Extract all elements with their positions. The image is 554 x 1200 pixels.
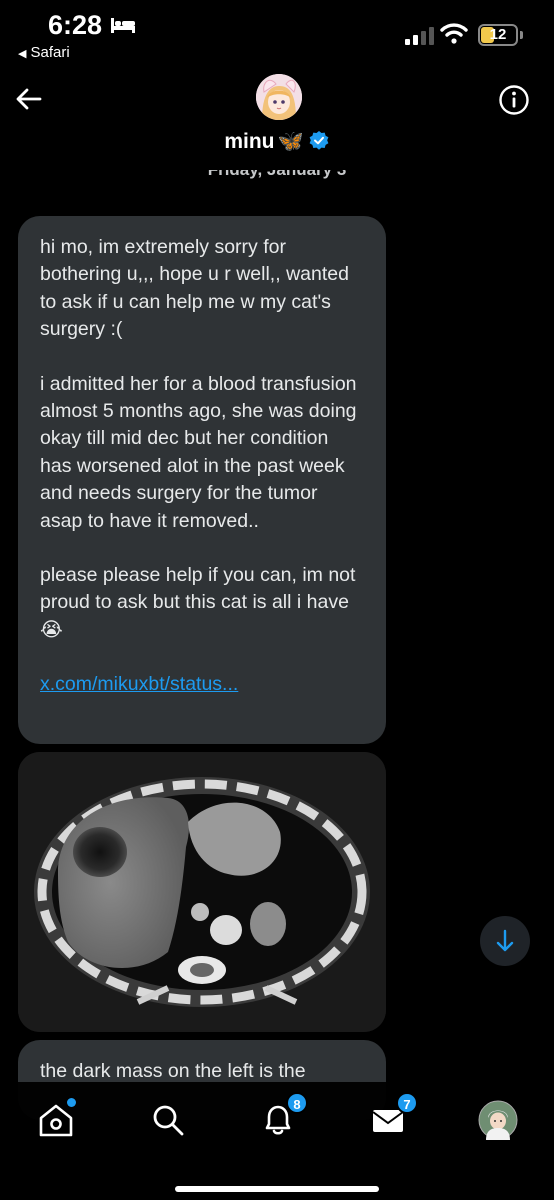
message-paragraph: i admitted her for a blood transfusion a… [40, 372, 357, 532]
tab-home[interactable] [36, 1098, 76, 1140]
status-time: 6:28 [48, 10, 103, 40]
message-bubble[interactable]: hi mo, im extremely sorry for bothering … [18, 216, 386, 744]
search-icon [153, 1105, 184, 1136]
battery-percent: 12 [489, 26, 507, 43]
battery-tip [520, 31, 523, 39]
home-indicator [175, 1186, 379, 1192]
butterfly-emoji: 🦋 [277, 130, 304, 153]
cellular-signal-icon [405, 27, 434, 45]
back-to-app-link[interactable]: ◀ Safari [18, 44, 70, 61]
back-app-label: Safari [30, 44, 70, 61]
battery-icon: 12 [478, 24, 518, 46]
notifications-badge: 8 [286, 1092, 308, 1114]
verified-badge-icon [309, 131, 329, 150]
message-paragraph: please please help if you can, im not pr… [40, 564, 356, 641]
scroll-to-bottom-button[interactable] [480, 916, 530, 966]
info-icon[interactable] [498, 84, 530, 116]
ct-scan-image [18, 752, 386, 1032]
wifi-icon [440, 23, 468, 44]
back-triangle-icon: ◀ [18, 48, 27, 60]
contact-avatar[interactable] [256, 74, 302, 120]
tab-messages[interactable]: 7 [368, 1092, 418, 1140]
arrow-down-icon [496, 929, 514, 952]
messages-badge: 7 [396, 1092, 418, 1114]
status-bar: 6:28 ◀ Safari 12 [0, 0, 554, 70]
tab-notifications[interactable]: 8 [258, 1092, 308, 1140]
bottom-navigation: 8 7 [0, 1082, 554, 1200]
message-link[interactable]: x.com/mikuxbt/status... [40, 671, 364, 698]
tab-explore[interactable] [148, 1100, 188, 1140]
conversation-header: minu 🦋 [0, 70, 554, 170]
sleep-mode-icon [111, 18, 135, 33]
new-posts-dot [67, 1098, 76, 1107]
back-arrow-icon[interactable] [14, 84, 44, 114]
tab-profile[interactable] [478, 1100, 518, 1140]
contact-name: minu [224, 130, 275, 153]
message-paragraph: hi mo, im extremely sorry for bothering … [40, 236, 349, 341]
profile-avatar [478, 1100, 518, 1140]
contact-name-row[interactable]: minu 🦋 [0, 130, 554, 154]
message-image[interactable] [18, 752, 386, 1032]
avatar-illustration [256, 74, 302, 120]
